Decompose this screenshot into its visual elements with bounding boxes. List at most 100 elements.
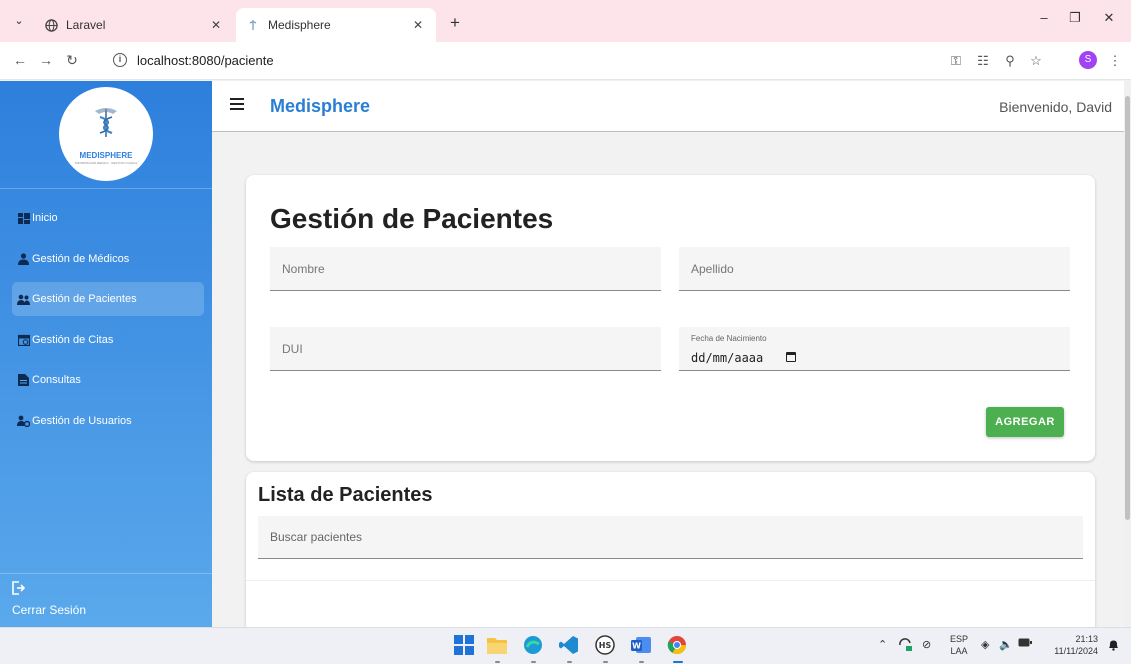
close-tab-icon[interactable]: ✕ (410, 18, 426, 32)
taskbar-running-indicator (603, 661, 608, 663)
browser-tab-title: Laravel (66, 18, 106, 32)
fecha-nacimiento-field[interactable]: Fecha de Nacimiento dd/mm/aaaa (679, 327, 1070, 371)
site-info-icon[interactable]: i (113, 53, 127, 67)
logout-label: Cerrar Sesión (12, 603, 87, 617)
page-scrollbar-thumb[interactable] (1125, 96, 1130, 520)
file-explorer-icon[interactable] (486, 634, 508, 656)
tab-search-chevron-icon[interactable]: ⌄ (9, 11, 29, 31)
calendar-icon (17, 334, 30, 346)
tray-no-sync-icon[interactable]: ⊘ (922, 638, 931, 651)
calendar-picker-icon[interactable] (786, 352, 796, 362)
medisphere-favicon-icon (246, 18, 260, 32)
vscode-icon[interactable] (558, 634, 580, 656)
url-field[interactable]: localhost:8080/paciente (137, 53, 274, 68)
system-clock[interactable]: 21:13 11/11/2024 (1048, 633, 1098, 657)
logo-text: MEDISPHERE (79, 151, 133, 160)
profile-avatar[interactable]: S (1079, 51, 1097, 69)
taskbar-running-indicator (567, 661, 572, 663)
agregar-button[interactable]: AGREGAR (986, 407, 1064, 437)
back-arrow-icon[interactable]: ← (10, 52, 30, 68)
bookmark-star-icon[interactable]: ☆ (1027, 53, 1045, 69)
zoom-icon[interactable]: ⚲ (1001, 53, 1019, 69)
users-gear-icon (17, 415, 30, 427)
nombre-field-wrapper (270, 247, 661, 291)
sidebar-divider (0, 188, 212, 189)
close-window-icon[interactable]: ✕ (1098, 10, 1120, 26)
svg-text:HS: HS (599, 641, 612, 650)
language-code: ESP (950, 634, 969, 644)
taskbar-running-indicator (531, 661, 536, 663)
new-tab-button[interactable]: + (445, 13, 465, 33)
language-indicator[interactable]: ESP LAA (950, 633, 968, 657)
sidebar-item-medicos[interactable]: Gestión de Médicos (12, 242, 204, 276)
taskbar-active-indicator (673, 661, 683, 663)
browser-tab-title: Medisphere (268, 18, 331, 32)
fecha-nacimiento-label: Fecha de Nacimiento (691, 334, 767, 343)
list-divider (246, 580, 1095, 581)
sidebar-item-pacientes[interactable]: Gestión de Pacientes (12, 282, 204, 316)
patients-icon (17, 293, 30, 305)
doctor-icon (17, 253, 30, 265)
clock-date: 11/11/2024 (1054, 646, 1098, 656)
nombre-input[interactable] (270, 247, 661, 290)
patient-list-card: Lista de Pacientes (246, 472, 1095, 627)
browser-menu-icon[interactable]: ⋮ (1106, 53, 1124, 69)
translate-icon[interactable]: ☷ (974, 53, 992, 69)
list-title: Lista de Pacientes (258, 484, 433, 506)
reload-icon[interactable]: ↻ (62, 52, 82, 69)
sidebar-item-label: Gestión de Pacientes (32, 293, 137, 305)
dui-field-wrapper (270, 327, 661, 371)
sidebar-item-citas[interactable]: Gestión de Citas (12, 323, 204, 357)
search-patients-input[interactable] (258, 516, 1083, 558)
sidebar-divider (0, 573, 212, 574)
sidebar-item-label: Gestión de Médicos (32, 253, 130, 265)
dui-input[interactable] (270, 327, 661, 370)
taskbar-running-indicator (639, 661, 644, 663)
close-tab-icon[interactable]: ✕ (208, 18, 224, 32)
logo-subtext: INFORMACION MEDICA · GESTION CLINICA (74, 161, 138, 165)
sidebar-item-label: Gestión de Citas (32, 334, 114, 346)
apellido-input[interactable] (679, 247, 1070, 290)
taskbar-running-indicator (495, 661, 500, 663)
app-header: Medisphere Bienvenido, David (212, 81, 1124, 132)
tray-overflow-chevron-icon[interactable]: ⌃ (878, 638, 887, 651)
wifi-icon[interactable]: ◈ (981, 638, 989, 651)
chrome-icon[interactable] (666, 634, 688, 656)
menu-toggle-icon[interactable] (230, 98, 244, 110)
windows-taskbar: HS W ⌃ ⊘ ESP LAA ◈ 🔈 21:13 11/11/2024 (0, 627, 1131, 664)
svg-text:W: W (632, 642, 641, 651)
sidebar-item-usuarios[interactable]: Gestión de Usuarios (12, 404, 204, 438)
patient-form-card: Gestión de Pacientes Fecha de Nacimiento… (246, 175, 1095, 461)
sidebar-item-consultas[interactable]: Consultas (12, 363, 204, 397)
password-key-icon[interactable]: ⚿ (947, 53, 965, 69)
hs-app-icon[interactable]: HS (594, 634, 616, 656)
globe-icon (44, 18, 58, 32)
logout-button[interactable]: Cerrar Sesión (12, 581, 86, 617)
edge-browser-icon[interactable] (522, 634, 544, 656)
fecha-nacimiento-value: dd/mm/aaaa (691, 351, 764, 365)
logout-icon (12, 581, 86, 599)
battery-icon[interactable] (1018, 638, 1032, 650)
apellido-field-wrapper (679, 247, 1070, 291)
notification-bell-icon[interactable] (1108, 639, 1119, 654)
browser-tab-medisphere[interactable]: Medisphere ✕ (236, 8, 436, 42)
search-field-wrapper (258, 516, 1083, 559)
restore-icon[interactable]: ❐ (1064, 10, 1086, 26)
tray-app-icon[interactable] (898, 638, 912, 655)
welcome-message: Bienvenido, David (999, 99, 1112, 115)
clock-time: 21:13 (1075, 634, 1098, 644)
dashboard-icon (17, 212, 30, 224)
sidebar-item-inicio[interactable]: Inicio (12, 201, 204, 235)
keyboard-layout: LAA (950, 646, 968, 656)
caduceus-icon (95, 108, 117, 137)
forward-arrow-icon[interactable]: → (36, 52, 56, 68)
word-icon[interactable]: W (630, 634, 652, 656)
page-title: Gestión de Pacientes (270, 203, 554, 234)
browser-tab-laravel[interactable]: Laravel ✕ (34, 8, 234, 42)
sidebar-item-label: Inicio (32, 212, 58, 224)
windows-start-icon[interactable] (453, 634, 475, 656)
brand-title[interactable]: Medisphere (270, 96, 370, 117)
volume-icon[interactable]: 🔈 (999, 638, 1013, 651)
minimize-icon[interactable]: – (1033, 10, 1055, 25)
sidebar-item-label: Consultas (32, 374, 81, 386)
